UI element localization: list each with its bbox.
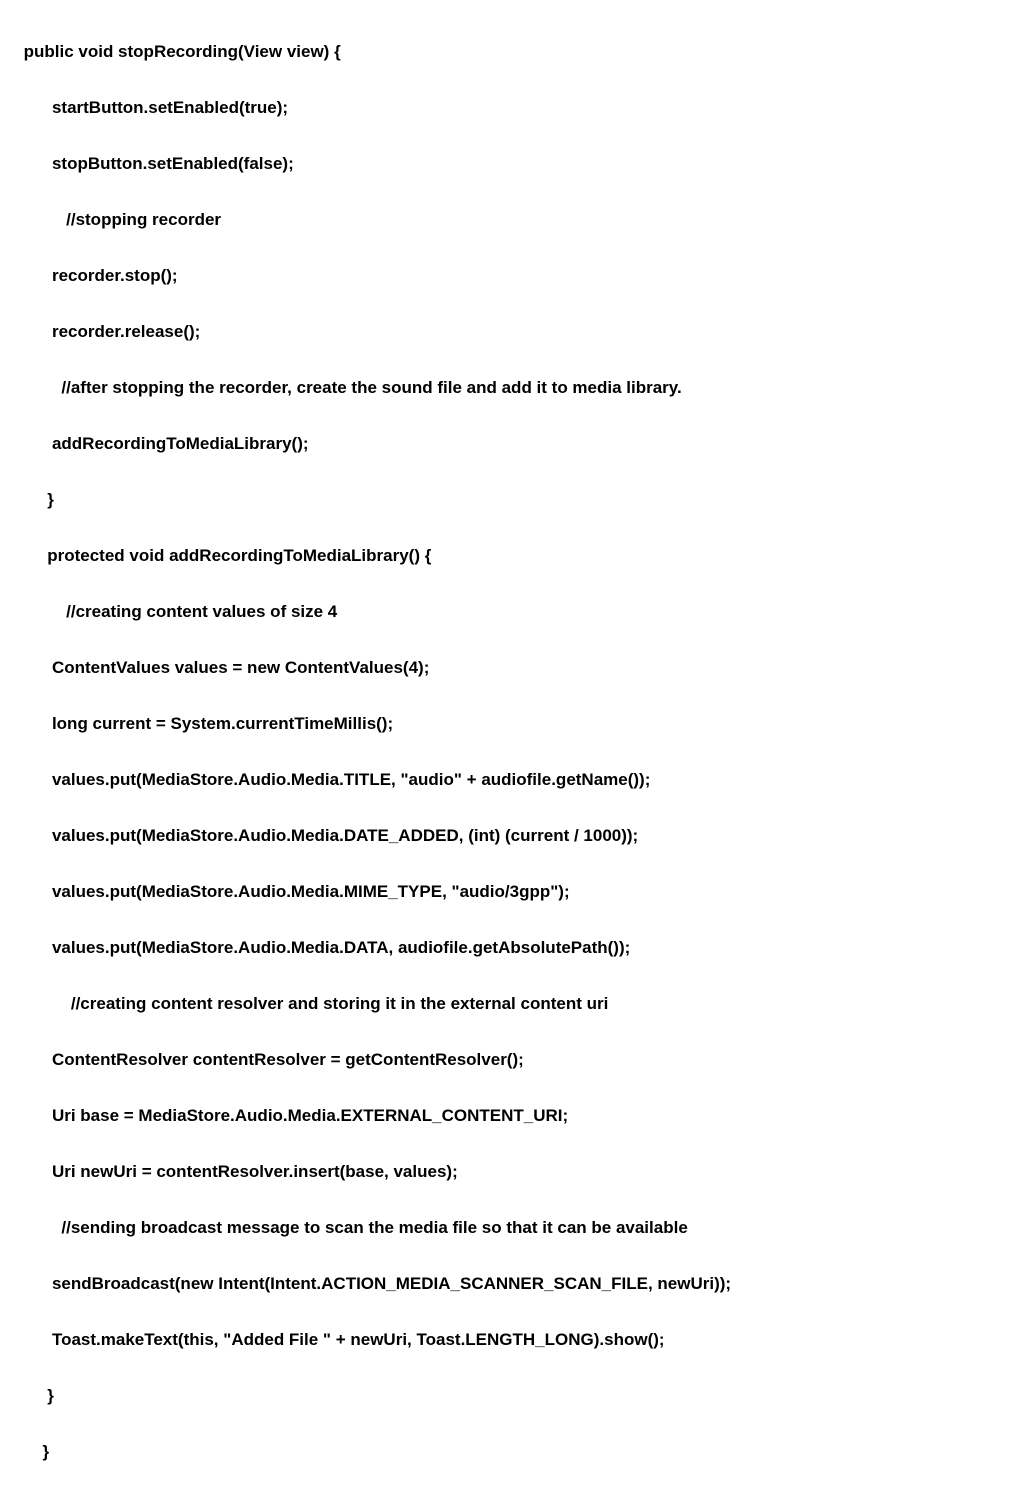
code-line: values.put(MediaStore.Audio.Media.TITLE,… xyxy=(0,766,1024,794)
code-snippet: public void stopRecording(View view) { s… xyxy=(0,0,1024,1494)
code-line: values.put(MediaStore.Audio.Media.MIME_T… xyxy=(0,878,1024,906)
code-line: } xyxy=(0,1438,1024,1466)
code-line: long current = System.currentTimeMillis(… xyxy=(0,710,1024,738)
code-line: addRecordingToMediaLibrary(); xyxy=(0,430,1024,458)
code-line: protected void addRecordingToMediaLibrar… xyxy=(0,542,1024,570)
code-line: //creating content resolver and storing … xyxy=(0,990,1024,1018)
code-line: values.put(MediaStore.Audio.Media.DATE_A… xyxy=(0,822,1024,850)
code-line: //creating content values of size 4 xyxy=(0,598,1024,626)
code-line: public void stopRecording(View view) { xyxy=(0,38,1024,66)
code-line: recorder.release(); xyxy=(0,318,1024,346)
code-line: //sending broadcast message to scan the … xyxy=(0,1214,1024,1242)
code-line: Uri base = MediaStore.Audio.Media.EXTERN… xyxy=(0,1102,1024,1130)
code-line: recorder.stop(); xyxy=(0,262,1024,290)
code-line: //stopping recorder xyxy=(0,206,1024,234)
code-line: } xyxy=(0,1382,1024,1410)
code-line: //after stopping the recorder, create th… xyxy=(0,374,1024,402)
code-line: sendBroadcast(new Intent(Intent.ACTION_M… xyxy=(0,1270,1024,1298)
code-line: stopButton.setEnabled(false); xyxy=(0,150,1024,178)
code-line: } xyxy=(0,486,1024,514)
code-line: ContentResolver contentResolver = getCon… xyxy=(0,1046,1024,1074)
code-line: values.put(MediaStore.Audio.Media.DATA, … xyxy=(0,934,1024,962)
code-line: startButton.setEnabled(true); xyxy=(0,94,1024,122)
code-line: Toast.makeText(this, "Added File " + new… xyxy=(0,1326,1024,1354)
code-line: ContentValues values = new ContentValues… xyxy=(0,654,1024,682)
code-line: Uri newUri = contentResolver.insert(base… xyxy=(0,1158,1024,1186)
